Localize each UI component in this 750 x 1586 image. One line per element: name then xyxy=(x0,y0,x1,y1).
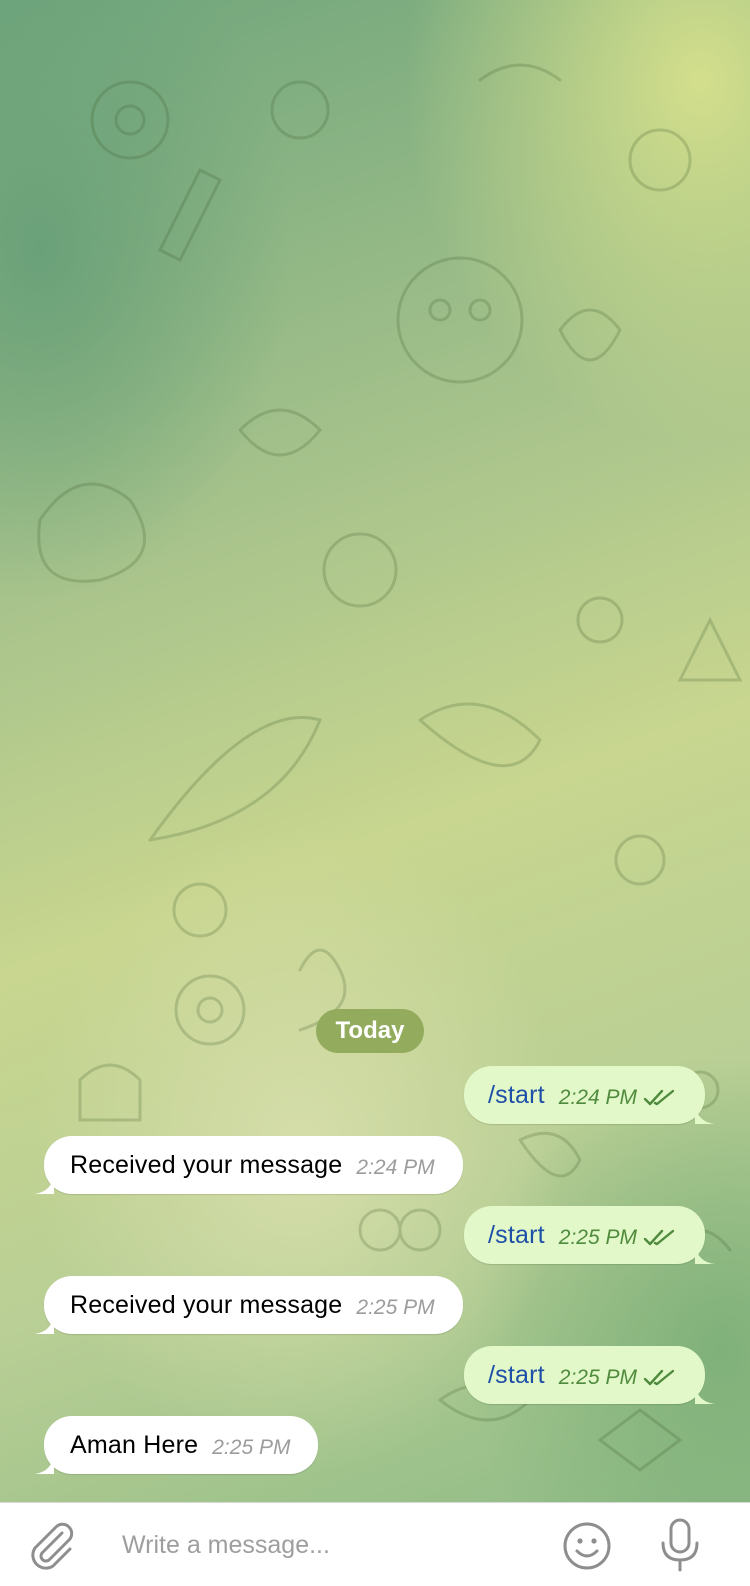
message-input[interactable] xyxy=(108,1517,556,1573)
message-time: 2:24 PM xyxy=(356,1156,435,1179)
double-check-icon xyxy=(643,1089,675,1106)
bubble-tail xyxy=(34,1174,54,1194)
message-text: Aman Here xyxy=(70,1430,199,1459)
bubble-tail xyxy=(695,1104,715,1124)
incoming-message[interactable]: Received your message 2:24 PM xyxy=(34,1136,463,1194)
message-text: /start xyxy=(488,1220,545,1249)
bubble-tail xyxy=(34,1314,54,1334)
message-time: 2:25 PM xyxy=(356,1296,435,1319)
message-time: 2:25 PM xyxy=(558,1366,637,1389)
message-time: 2:25 PM xyxy=(212,1436,291,1459)
double-check-icon xyxy=(643,1229,675,1246)
double-check-icon xyxy=(643,1369,675,1386)
outgoing-message[interactable]: /start 2:25 PM xyxy=(464,1206,715,1264)
microphone-icon[interactable] xyxy=(658,1517,702,1573)
message-time: 2:24 PM xyxy=(558,1086,637,1109)
message-composer xyxy=(0,1502,750,1586)
message-text: Received your message xyxy=(70,1290,343,1319)
message-text: Received your message xyxy=(70,1150,343,1179)
chat-screen: Today /start 2:24 PM Received your messa… xyxy=(0,0,750,1586)
incoming-message[interactable]: Aman Here 2:25 PM xyxy=(34,1416,319,1474)
outgoing-message[interactable]: /start 2:24 PM xyxy=(464,1066,715,1124)
bubble-tail xyxy=(34,1454,54,1474)
paperclip-icon[interactable] xyxy=(26,1519,76,1571)
message-time: 2:25 PM xyxy=(558,1226,637,1249)
smiley-icon[interactable] xyxy=(562,1521,612,1571)
incoming-message[interactable]: Received your message 2:25 PM xyxy=(34,1276,463,1334)
bubble-tail xyxy=(695,1384,715,1404)
message-text: /start xyxy=(488,1360,545,1389)
date-separator: Today xyxy=(316,1009,424,1053)
message-text: /start xyxy=(488,1080,545,1109)
outgoing-message[interactable]: /start 2:25 PM xyxy=(464,1346,715,1404)
bubble-tail xyxy=(695,1244,715,1264)
